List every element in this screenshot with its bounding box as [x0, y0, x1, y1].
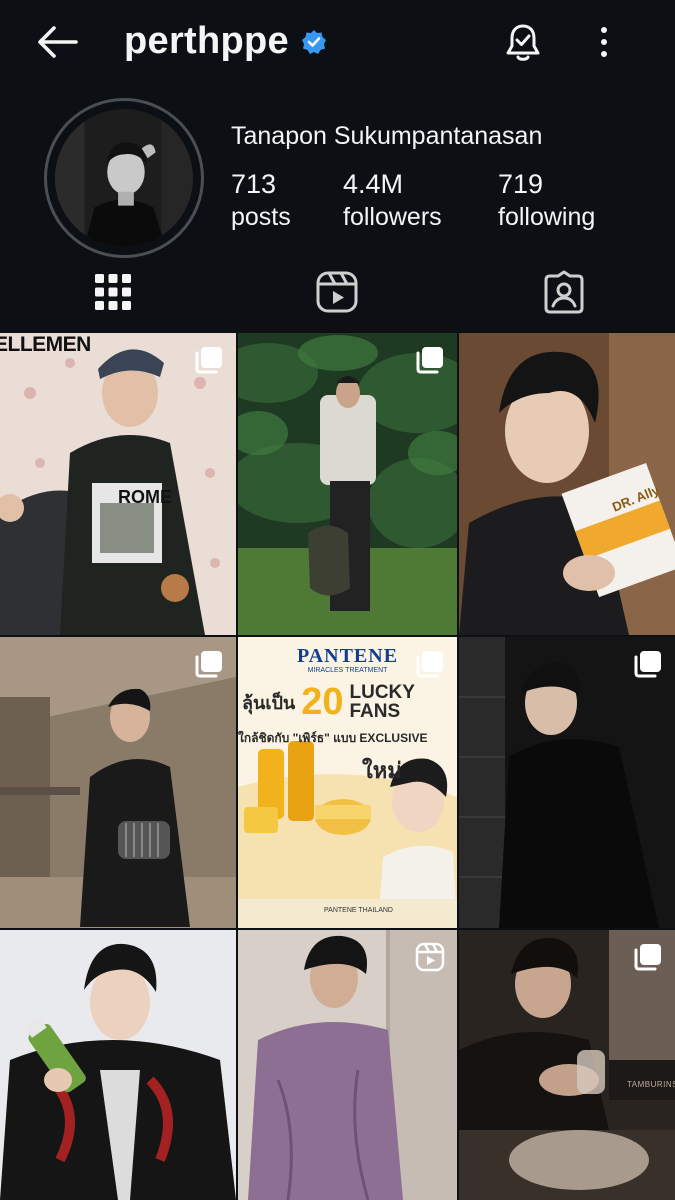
post-7[interactable] — [0, 930, 236, 1200]
tagged-icon[interactable] — [542, 270, 586, 314]
post-1-shirt-text: ROME — [118, 487, 172, 507]
verified-badge-icon — [301, 29, 326, 54]
headline-lucky: LUCKY — [349, 682, 415, 703]
post-1[interactable]: ELLEMEN ROME — [0, 333, 236, 635]
pantene-headline: ลุ้นเป็น 20 LUCKY FANS — [242, 683, 415, 721]
pantene-subline: ใกล้ชิดกับ "เพิร์ธ" แบบ EXCLUSIVE — [238, 731, 428, 745]
stat-followers[interactable]: 4.4M followers — [343, 168, 442, 234]
followers-label: followers — [343, 203, 442, 231]
post-9-box-text: TAMBURINS — [627, 1080, 675, 1089]
carousel-icon — [416, 651, 443, 678]
avatar-ring[interactable] — [44, 98, 204, 258]
stat-posts[interactable]: 713 posts — [231, 168, 291, 234]
post-7-photo — [0, 930, 236, 1200]
carousel-icon — [195, 347, 222, 374]
username-text: perthppe — [124, 20, 289, 62]
post-3[interactable]: DR. Ally — [459, 333, 675, 635]
post-1-magazine-logo: ELLEMEN — [0, 333, 91, 356]
full-name: Tanapon Sukumpantanasan — [231, 122, 543, 150]
post-2[interactable] — [238, 333, 457, 635]
posts-label: posts — [231, 203, 291, 231]
reels-icon[interactable] — [315, 270, 359, 314]
carousel-icon — [634, 944, 661, 971]
post-4-photo — [0, 637, 236, 928]
post-9[interactable]: TAMBURINS — [459, 930, 675, 1200]
posts-count: 713 — [231, 169, 277, 199]
headline-fans: FANS — [349, 701, 401, 722]
pantene-new-tag: ใหม่ — [362, 758, 402, 783]
headline-number: 20 — [301, 681, 344, 723]
arrow-left-icon[interactable] — [34, 22, 80, 62]
bell-check-icon[interactable] — [503, 22, 543, 62]
followers-count: 4.4M — [343, 169, 404, 199]
post-3-photo — [459, 333, 675, 635]
reel-icon — [415, 942, 445, 972]
more-vertical-icon[interactable] — [588, 22, 620, 62]
post-2-photo — [238, 333, 457, 635]
profile-tabs — [0, 262, 675, 330]
headline-thai: ลุ้นเป็น — [242, 692, 296, 713]
top-bar: perthppe — [0, 0, 675, 88]
carousel-icon — [634, 651, 661, 678]
post-4[interactable] — [0, 637, 236, 928]
post-5[interactable]: PANTENE MIRACLES TREATMENT ลุ้นเป็น 20 L… — [238, 637, 457, 928]
stat-following[interactable]: 719 following — [498, 168, 595, 234]
grid-icon[interactable] — [91, 270, 135, 314]
post-8[interactable] — [238, 930, 457, 1200]
posts-grid: ELLEMEN ROME DR. Ally PANTENE MIRACLES T… — [0, 333, 675, 1200]
post-6-photo — [459, 637, 675, 928]
pantene-footer: PANTENE THAILAND — [324, 907, 393, 914]
carousel-icon — [195, 651, 222, 678]
profile-username: perthppe — [124, 20, 327, 63]
headline-lucky-fans: LUCKY FANS — [350, 683, 415, 721]
avatar[interactable] — [55, 109, 193, 247]
following-label: following — [498, 203, 596, 231]
post-6[interactable] — [459, 637, 675, 928]
carousel-icon — [416, 347, 443, 374]
following-count: 719 — [498, 169, 544, 199]
post-1-photo — [0, 333, 236, 635]
post-5-photo — [238, 637, 457, 928]
